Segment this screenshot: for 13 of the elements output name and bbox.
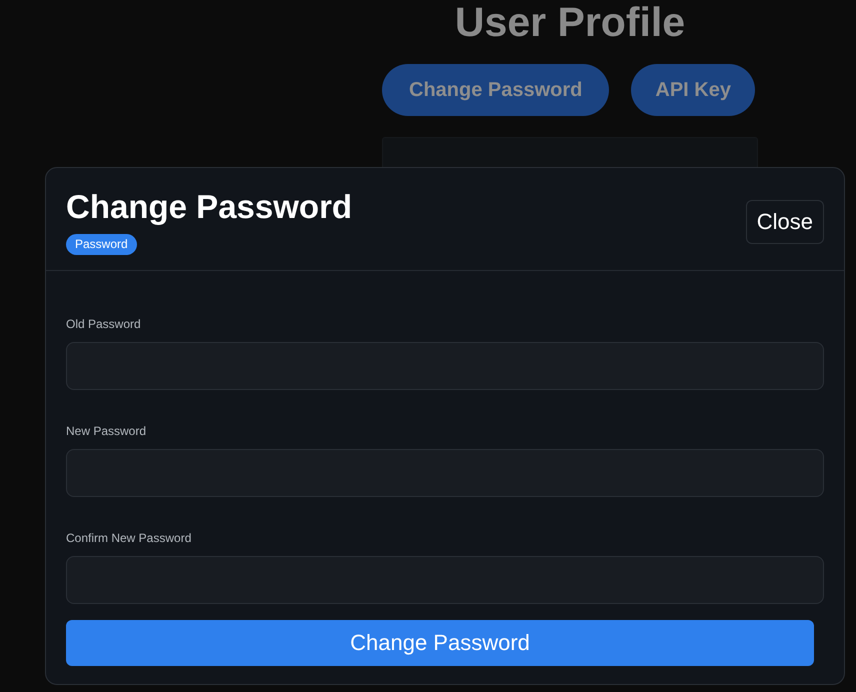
- close-button[interactable]: Close: [746, 200, 824, 244]
- password-field[interactable]: [66, 449, 824, 497]
- field-label: Old Password: [66, 317, 141, 331]
- password-field[interactable]: [66, 342, 824, 390]
- dialog-title: Change Password: [66, 188, 352, 225]
- password-tag: Password: [66, 234, 137, 255]
- action-button[interactable]: API Key: [631, 64, 755, 116]
- action-button[interactable]: Change Password: [382, 64, 610, 116]
- submit-button[interactable]: Change Password: [66, 620, 814, 666]
- field-label: Confirm New Password: [66, 531, 192, 545]
- field-label: New Password: [66, 424, 146, 438]
- page-title: User Profile: [454, 0, 686, 44]
- password-field[interactable]: [66, 556, 824, 604]
